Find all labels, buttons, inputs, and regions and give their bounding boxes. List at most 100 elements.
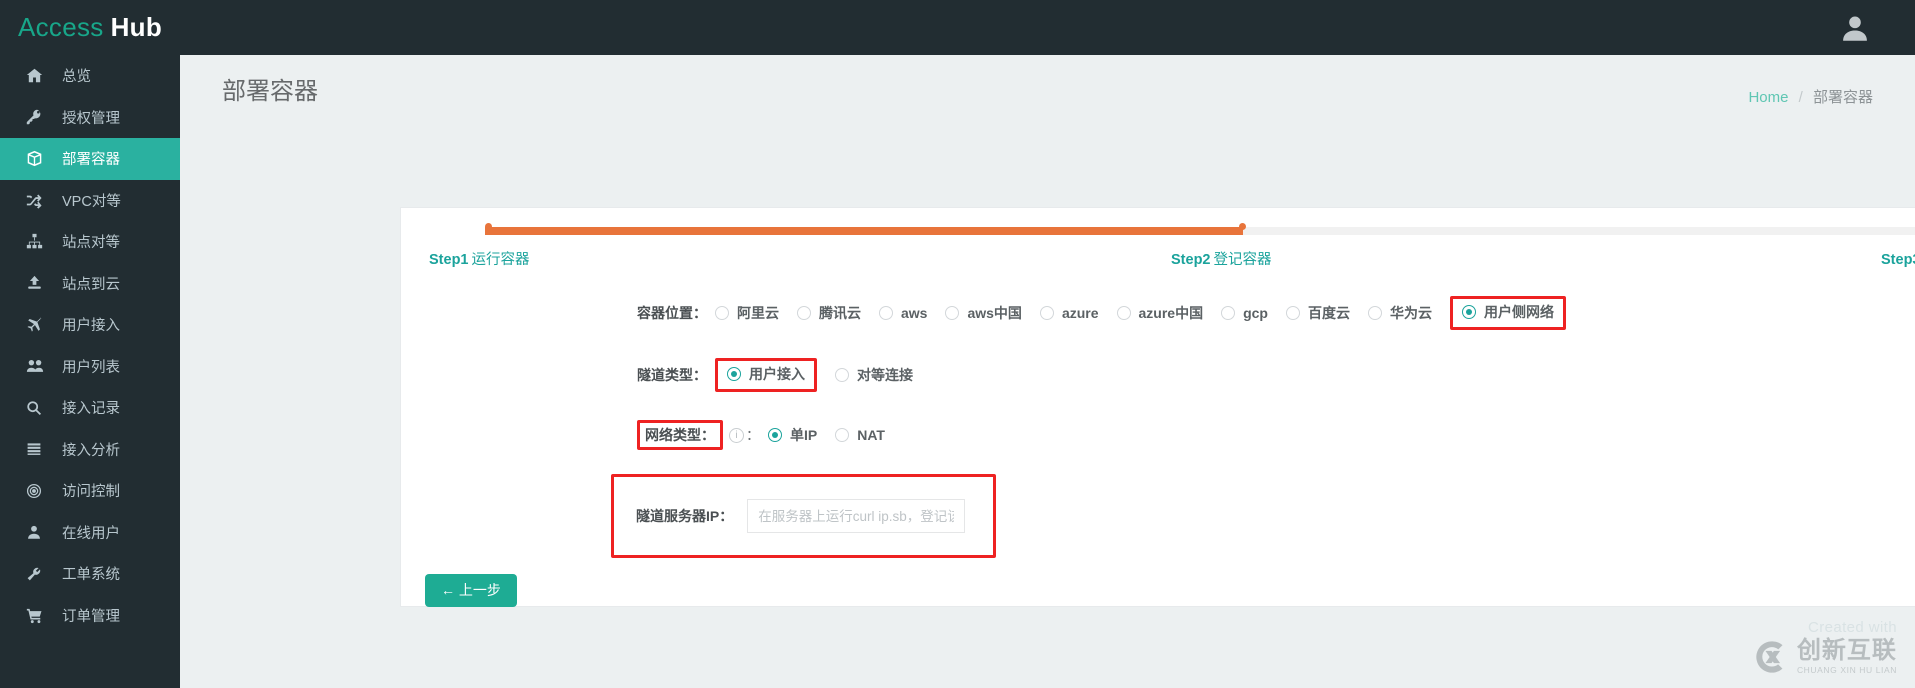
sidebar-item-user-access[interactable]: 用户接入 xyxy=(0,304,180,346)
user-avatar-icon[interactable] xyxy=(1838,11,1872,45)
sidebar-label: 接入分析 xyxy=(62,442,120,459)
location-option-aws[interactable]: aws xyxy=(879,305,927,321)
deploy-container-panel: Step1运行容器 Step2登记容器 Step3完成 容器位置： 阿里云 腾讯… xyxy=(400,207,1915,607)
info-circle-icon[interactable]: i xyxy=(729,427,744,443)
network-type-colon: ： xyxy=(746,427,760,443)
sidebar-item-access-log[interactable]: 接入记录 xyxy=(0,387,180,429)
sidebar-label: 在线用户 xyxy=(62,525,120,542)
search-icon xyxy=(26,400,50,416)
list-icon xyxy=(26,441,50,457)
plane-icon xyxy=(26,316,50,333)
location-option-baidu[interactable]: 百度云 xyxy=(1285,303,1350,323)
step-2-id: Step2 xyxy=(1171,252,1211,268)
top-bar: Access Hub xyxy=(0,0,1915,55)
content-area: 部署容器 Home / 部署容器 Step1 运行容器 Step2 登记容器 S… xyxy=(180,55,1915,688)
sidebar-label: 访问控制 xyxy=(62,484,120,501)
option-label: azure中国 xyxy=(1138,305,1204,321)
breadcrumb-current: 部署容器 xyxy=(1812,89,1873,106)
sidebar-item-site-to-cloud[interactable]: 站点到云 xyxy=(0,263,180,305)
sidebar: 总览 授权管理 部署容器 VPC对等 站点对等 站点到云 用户接入 用户列表 接… xyxy=(0,55,180,688)
step-1-id: Step1 xyxy=(429,252,469,268)
watermark-created-text: Created with xyxy=(1807,619,1897,636)
location-option-tencent[interactable]: 腾讯云 xyxy=(797,303,861,323)
brand-logo[interactable]: Access Hub xyxy=(0,0,180,55)
sitemap-icon xyxy=(26,233,50,250)
tunnel-server-ip-row: 隧道服务器IP： xyxy=(401,474,1915,558)
sidebar-item-site-peering[interactable]: 站点对等 xyxy=(0,221,180,263)
step-progress-bar: Step1运行容器 Step2登记容器 Step3完成 xyxy=(401,208,1915,282)
option-label: aws中国 xyxy=(967,305,1022,321)
key-icon xyxy=(26,109,50,125)
location-option-azure[interactable]: azure xyxy=(1039,305,1099,321)
sidebar-item-ticket-system[interactable]: 工单系统 xyxy=(0,553,180,595)
app-root: Access Hub 总览 授权管理 部署容器 VPC对等 站点对等 站点到云 … xyxy=(0,0,1915,688)
sidebar-item-overview[interactable]: 总览 xyxy=(0,55,180,97)
page-header: 部署容器 Home / 部署容器 xyxy=(180,55,1915,113)
network-type-label: 网络类型： xyxy=(645,427,715,443)
previous-step-button[interactable]: ← 上一步 xyxy=(425,574,517,607)
location-option-gcp[interactable]: gcp xyxy=(1221,305,1268,321)
network-option-single-ip[interactable]: 单IP xyxy=(768,425,817,445)
radio-circle-icon xyxy=(1461,305,1476,319)
network-option-nat[interactable]: NAT xyxy=(835,427,885,443)
breadcrumb-separator: / xyxy=(1798,89,1803,106)
location-option-azure-cn[interactable]: azure中国 xyxy=(1116,303,1204,323)
radio-circle-icon xyxy=(797,306,811,320)
option-label: aws xyxy=(901,305,928,321)
container-location-row: 容器位置： 阿里云 腾讯云 aws aws中国 azure azure中国 gc… xyxy=(401,296,1915,330)
location-option-user-network[interactable]: 用户侧网络 xyxy=(1461,302,1554,322)
option-label: azure xyxy=(1061,305,1099,321)
sidebar-label: 工单系统 xyxy=(62,567,120,584)
location-option-aliyun[interactable]: 阿里云 xyxy=(715,303,779,323)
option-label: 用户接入 xyxy=(749,366,805,382)
step-label-3: Step3完成 xyxy=(1881,248,1915,269)
step-track xyxy=(485,227,1915,235)
sidebar-item-user-list[interactable]: 用户列表 xyxy=(0,346,180,388)
tunnel-server-ip-input[interactable] xyxy=(747,499,966,533)
sidebar-item-access-control[interactable]: 访问控制 xyxy=(0,470,180,512)
sidebar-item-order-management[interactable]: 订单管理 xyxy=(0,595,180,637)
tunnel-option-peer-connect[interactable]: 对等连接 xyxy=(835,365,913,385)
location-option-aws-cn[interactable]: aws中国 xyxy=(945,303,1022,323)
sidebar-item-access-analysis[interactable]: 接入分析 xyxy=(0,429,180,471)
location-option-huawei[interactable]: 华为云 xyxy=(1367,303,1432,323)
radio-circle-icon xyxy=(835,368,849,382)
sidebar-item-authorization[interactable]: 授权管理 xyxy=(0,97,180,139)
location-option-user-network-highlight: 用户侧网络 xyxy=(1449,296,1566,330)
container-location-radio-group: 阿里云 腾讯云 aws aws中国 azure azure中国 gcp 百度云 … xyxy=(715,296,1566,330)
user-icon xyxy=(26,524,50,540)
cx-logo-icon xyxy=(1753,638,1791,676)
page-title: 部署容器 xyxy=(222,78,318,105)
tunnel-type-label: 隧道类型： xyxy=(637,367,707,383)
step-label-2: Step2 登记容器 xyxy=(1171,248,1272,269)
radio-circle-icon xyxy=(715,306,729,320)
step-label-1: Step1 运行容器 xyxy=(429,248,530,269)
option-label: 单IP xyxy=(790,427,818,443)
sidebar-label: 接入记录 xyxy=(62,401,120,418)
cart-icon xyxy=(26,607,50,624)
sidebar-label: VPC对等 xyxy=(62,193,121,210)
step-dot-1 xyxy=(485,223,492,230)
sidebar-label: 部署容器 xyxy=(62,152,120,169)
step-3-id: Step3 xyxy=(1881,252,1915,268)
sidebar-label: 订单管理 xyxy=(62,608,120,625)
radio-circle-icon xyxy=(835,428,850,442)
tunnel-type-row: 隧道类型： 用户接入 对等连接 xyxy=(401,358,1915,392)
breadcrumb: Home / 部署容器 xyxy=(1748,86,1873,107)
option-label: 腾讯云 xyxy=(819,305,861,321)
sidebar-item-vpc-peering[interactable]: VPC对等 xyxy=(0,180,180,222)
option-label: 对等连接 xyxy=(857,367,913,383)
tunnel-option-user-access[interactable]: 用户接入 xyxy=(727,364,805,384)
breadcrumb-home-link[interactable]: Home xyxy=(1748,89,1788,106)
sidebar-item-online-users[interactable]: 在线用户 xyxy=(0,512,180,554)
sidebar-item-deploy-container[interactable]: 部署容器 xyxy=(0,138,180,180)
option-label: gcp xyxy=(1243,305,1268,321)
step-2-name: 登记容器 xyxy=(1213,252,1272,268)
option-label: 华为云 xyxy=(1389,305,1432,321)
sidebar-label: 总览 xyxy=(62,69,91,86)
radio-circle-icon xyxy=(1039,306,1054,320)
tunnel-option-user-access-highlight: 用户接入 xyxy=(715,358,817,392)
home-icon xyxy=(26,67,50,84)
shuffle-icon xyxy=(26,192,50,209)
option-label: 阿里云 xyxy=(737,305,779,321)
